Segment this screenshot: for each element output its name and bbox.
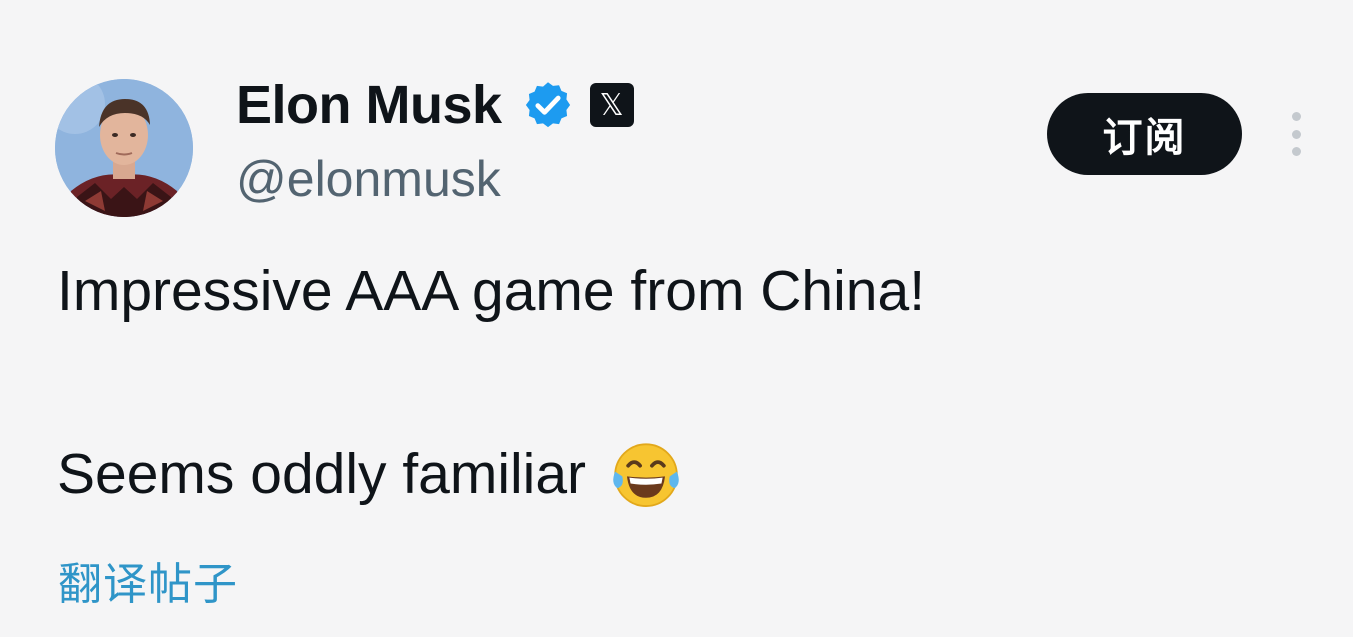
author-name-row: Elon Musk 𝕏 bbox=[236, 74, 634, 136]
face-with-tears-of-joy-icon bbox=[613, 443, 679, 507]
more-dot bbox=[1291, 112, 1301, 121]
avatar[interactable] bbox=[55, 79, 193, 217]
x-affiliate-badge-icon[interactable]: 𝕏 bbox=[589, 83, 634, 127]
tweet-text-line-2: Seems oddly familiar bbox=[57, 436, 684, 512]
tweet-text: Seems oddly familiar bbox=[57, 442, 587, 506]
more-options-icon[interactable] bbox=[1284, 112, 1308, 156]
subscribe-button[interactable]: 订阅 bbox=[1047, 93, 1242, 175]
translate-post-link[interactable]: 翻译帖子 bbox=[58, 548, 238, 612]
tweet-text: Impressive AAA game from China! bbox=[57, 259, 926, 323]
more-dot bbox=[1291, 147, 1301, 156]
more-dot bbox=[1291, 129, 1301, 139]
tweet-text-line-1: Impressive AAA game from China! bbox=[57, 258, 925, 324]
tweet-card: Elon Musk 𝕏 @elonmusk 订阅 Impressive AAA … bbox=[0, 0, 1353, 637]
author-handle[interactable]: @elonmusk bbox=[236, 150, 501, 208]
author-display-name[interactable]: Elon Musk bbox=[236, 74, 502, 136]
verified-badge-icon bbox=[525, 82, 570, 128]
profile-photo bbox=[55, 79, 193, 217]
